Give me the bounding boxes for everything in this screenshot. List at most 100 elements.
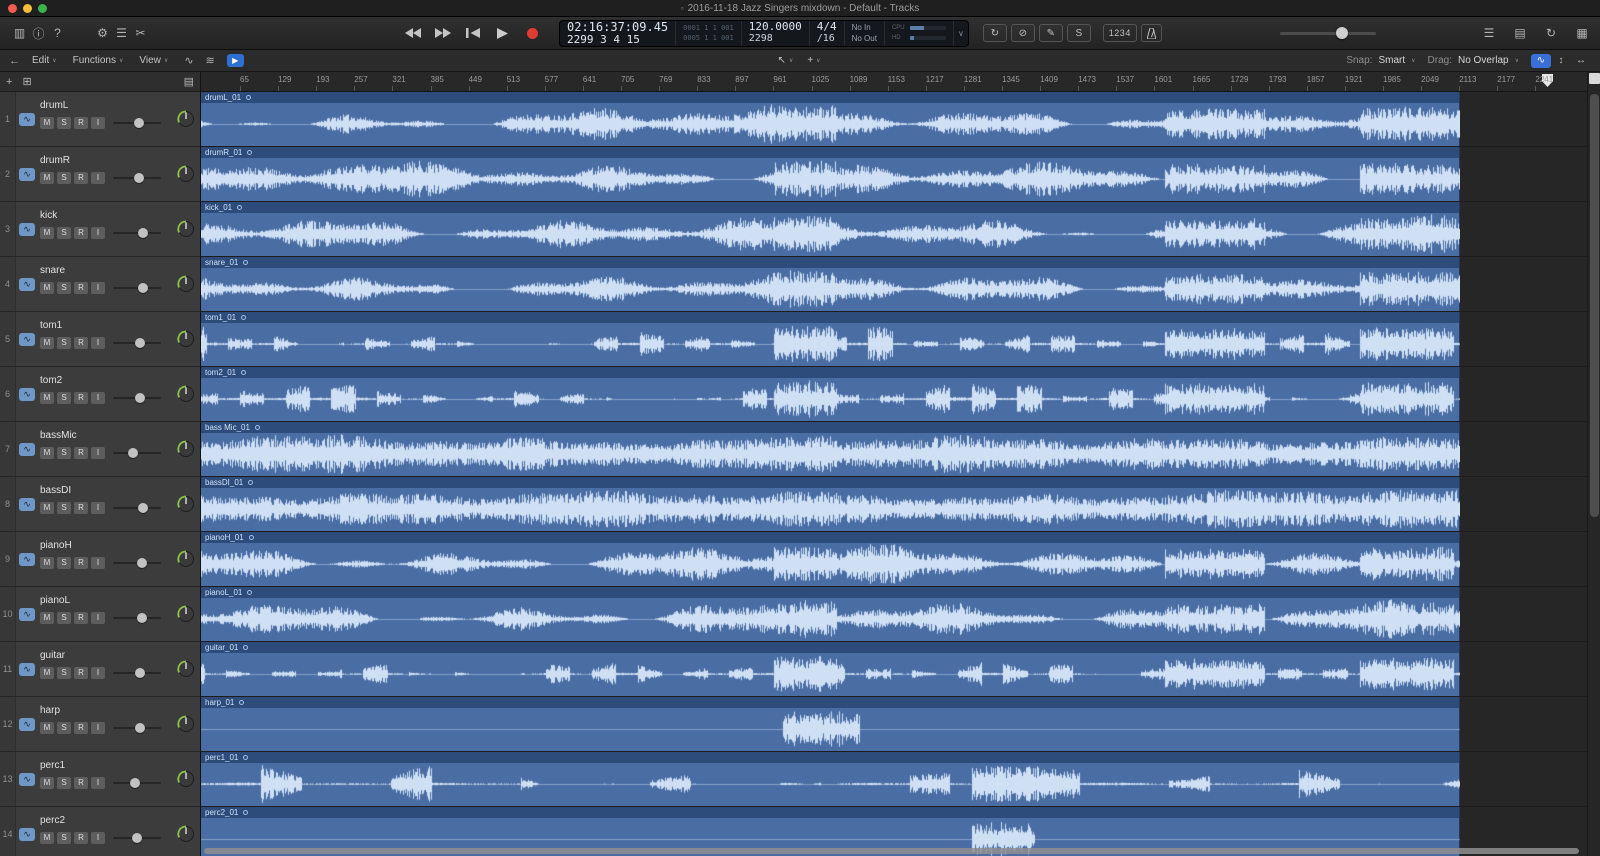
volume-slider[interactable] bbox=[113, 777, 161, 789]
input-monitor-button[interactable]: I bbox=[91, 392, 105, 404]
library-icon[interactable]: ▥ bbox=[10, 26, 29, 40]
track-name[interactable]: guitar bbox=[40, 650, 170, 661]
region-header[interactable]: tom2_01 bbox=[201, 367, 1459, 378]
solo-button[interactable]: S bbox=[57, 337, 71, 349]
vertical-scroll-thumb[interactable] bbox=[1590, 94, 1599, 518]
solo-button[interactable]: S bbox=[57, 502, 71, 514]
track-lane[interactable]: harp_01 bbox=[201, 697, 1587, 752]
master-volume-thumb[interactable] bbox=[1335, 27, 1348, 39]
volume-slider[interactable] bbox=[113, 282, 161, 294]
edit-menu[interactable]: Edit ∨ bbox=[32, 55, 57, 66]
record-button[interactable] bbox=[520, 24, 545, 42]
track-header[interactable]: 7 ∿ bassMic M S R I bbox=[0, 422, 200, 477]
region-header[interactable]: drumR_01 bbox=[201, 147, 1459, 158]
track-name[interactable]: kick bbox=[40, 210, 170, 221]
mute-button[interactable]: M bbox=[40, 667, 54, 679]
track-name[interactable]: bassDI bbox=[40, 485, 170, 496]
record-enable-button[interactable]: R bbox=[74, 722, 88, 734]
lcd-display[interactable]: 02:16:37:09.45 2299 3 4 15 0001 1 1 001 … bbox=[559, 19, 969, 47]
volume-thumb[interactable] bbox=[128, 448, 139, 458]
input-monitor-button[interactable]: I bbox=[91, 227, 105, 239]
mute-button[interactable]: M bbox=[40, 612, 54, 624]
track-name[interactable]: bassMic bbox=[40, 430, 170, 441]
pan-knob[interactable] bbox=[172, 312, 200, 366]
left-click-tool-menu[interactable]: ↖ ∨ bbox=[778, 55, 794, 66]
track-header[interactable]: 12 ∿ harp M S R I bbox=[0, 697, 200, 752]
track-name[interactable]: drumL bbox=[40, 100, 170, 111]
region-header[interactable]: perc1_01 bbox=[201, 752, 1459, 763]
volume-slider[interactable] bbox=[113, 502, 161, 514]
track-name[interactable]: snare bbox=[40, 265, 170, 276]
bar-ruler[interactable]: 65 129 193 257 321 385 449 513 577 641 705 769 833 89… bbox=[201, 72, 1587, 92]
solo-button[interactable]: S bbox=[57, 227, 71, 239]
close-button[interactable] bbox=[8, 3, 17, 13]
record-enable-button[interactable]: R bbox=[74, 612, 88, 624]
track-header[interactable]: 10 ∿ pianoL M S R I bbox=[0, 587, 200, 642]
track-header[interactable]: 4 ∿ snare M S R I bbox=[0, 257, 200, 312]
list-editors-icon[interactable]: ☰ bbox=[1481, 26, 1497, 40]
pan-knob[interactable] bbox=[172, 257, 200, 311]
audio-region[interactable]: pianoL_01 bbox=[201, 587, 1460, 641]
loop-browser-icon[interactable]: ↻ bbox=[1543, 26, 1559, 40]
mixer-icon[interactable]: ☰ bbox=[112, 26, 131, 40]
record-enable-button[interactable]: R bbox=[74, 447, 88, 459]
volume-slider[interactable] bbox=[113, 722, 161, 734]
mute-button[interactable]: M bbox=[40, 557, 54, 569]
region-header[interactable]: pianoL_01 bbox=[201, 587, 1459, 598]
note-pads-icon[interactable]: ▤ bbox=[1512, 26, 1528, 40]
mute-button[interactable]: M bbox=[40, 832, 54, 844]
solo-button[interactable]: S bbox=[57, 777, 71, 789]
record-enable-button[interactable]: R bbox=[74, 172, 88, 184]
solo-button[interactable]: S bbox=[57, 117, 71, 129]
volume-thumb[interactable] bbox=[132, 833, 142, 843]
track-lane[interactable]: guitar_01 bbox=[201, 642, 1587, 697]
record-enable-button[interactable]: R bbox=[74, 557, 88, 569]
track-lane[interactable]: tom1_01 bbox=[201, 312, 1587, 367]
waveform-zoom-button[interactable]: ∿ bbox=[1530, 53, 1551, 68]
pan-knob[interactable] bbox=[172, 92, 200, 146]
track-lane[interactable]: perc1_01 bbox=[201, 752, 1587, 807]
track-lane[interactable]: pianoH_01 bbox=[201, 532, 1587, 587]
region-header[interactable]: perc2_01 bbox=[201, 807, 1459, 818]
audio-region[interactable]: tom2_01 bbox=[201, 367, 1460, 421]
count-in-button[interactable]: 1234 bbox=[1102, 24, 1137, 42]
rewind-button[interactable] bbox=[400, 24, 425, 42]
mute-button[interactable]: M bbox=[40, 447, 54, 459]
inspector-icon[interactable]: ⓘ bbox=[29, 25, 48, 42]
solo-button[interactable]: S bbox=[57, 172, 71, 184]
solo-button[interactable]: S bbox=[57, 612, 71, 624]
audio-region[interactable]: guitar_01 bbox=[201, 642, 1460, 696]
volume-slider[interactable] bbox=[113, 447, 161, 459]
view-menu[interactable]: View ∨ bbox=[139, 55, 168, 66]
input-monitor-button[interactable]: I bbox=[91, 172, 105, 184]
record-enable-button[interactable]: R bbox=[74, 777, 88, 789]
input-monitor-button[interactable]: I bbox=[91, 337, 105, 349]
mute-button[interactable]: M bbox=[40, 337, 54, 349]
track-header[interactable]: 9 ∿ pianoH M S R I bbox=[0, 532, 200, 587]
volume-thumb[interactable] bbox=[136, 558, 147, 568]
audio-region[interactable]: tom1_01 bbox=[201, 312, 1460, 366]
audio-region[interactable]: perc1_01 bbox=[201, 752, 1460, 806]
mute-button[interactable]: M bbox=[40, 392, 54, 404]
input-monitor-button[interactable]: I bbox=[91, 282, 105, 294]
horizontal-zoom-button[interactable]: ↔ bbox=[1571, 54, 1591, 68]
audio-region[interactable]: pianoH_01 bbox=[201, 532, 1460, 586]
pan-knob[interactable] bbox=[172, 477, 200, 531]
mute-button[interactable]: M bbox=[40, 172, 54, 184]
track-lane[interactable]: pianoL_01 bbox=[201, 587, 1587, 642]
pan-knob[interactable] bbox=[172, 147, 200, 201]
track-name[interactable]: harp bbox=[40, 705, 170, 716]
record-enable-button[interactable]: R bbox=[74, 392, 88, 404]
track-name[interactable]: tom2 bbox=[40, 375, 170, 386]
track-lane[interactable]: drumL_01 bbox=[201, 92, 1587, 147]
solo-button[interactable]: S bbox=[57, 667, 71, 679]
volume-thumb[interactable] bbox=[137, 228, 148, 238]
volume-slider[interactable] bbox=[113, 117, 161, 129]
media-browser-icon[interactable]: ▦ bbox=[1574, 26, 1590, 40]
solo-button[interactable]: S bbox=[57, 447, 71, 459]
record-enable-button[interactable]: R bbox=[74, 667, 88, 679]
region-header[interactable]: pianoH_01 bbox=[201, 532, 1459, 543]
audio-region[interactable]: bass Mic_01 bbox=[201, 422, 1460, 476]
volume-thumb[interactable] bbox=[129, 778, 140, 788]
automation-icon[interactable]: ∿ bbox=[184, 54, 193, 67]
